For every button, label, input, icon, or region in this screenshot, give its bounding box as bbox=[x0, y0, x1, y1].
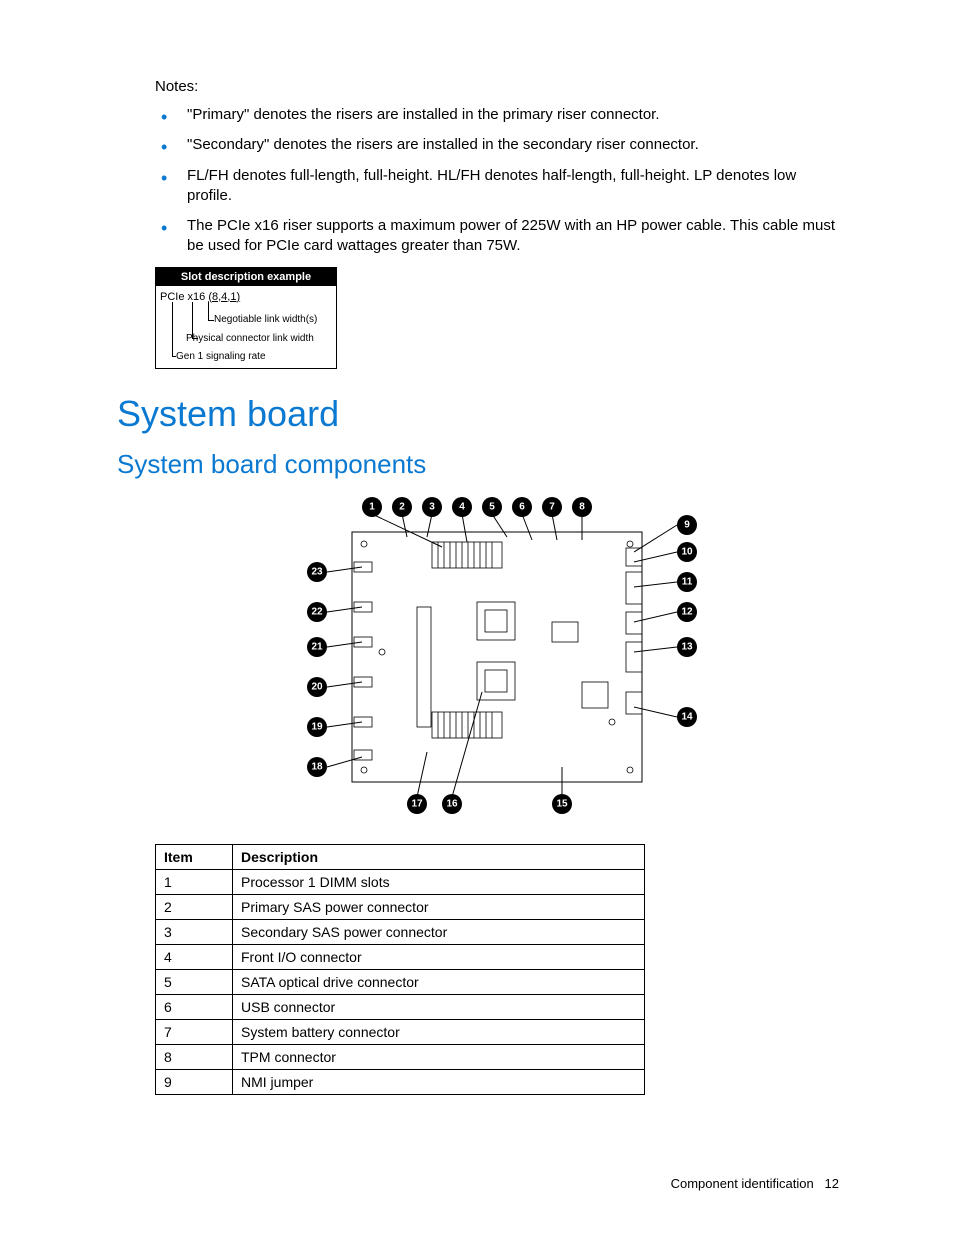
svg-text:8: 8 bbox=[579, 501, 585, 512]
slot-example-negotiable: Negotiable link width(s) bbox=[214, 314, 317, 325]
table-row: 9NMI jumper bbox=[156, 1069, 645, 1094]
notes-heading: Notes: bbox=[155, 78, 839, 95]
slot-description-example: Slot description example PCIe x16 (8,4,1… bbox=[155, 267, 337, 369]
callout-12: 12 bbox=[634, 602, 697, 622]
table-row: 1Processor 1 DIMM slots bbox=[156, 869, 645, 894]
svg-text:14: 14 bbox=[681, 711, 693, 722]
svg-text:2: 2 bbox=[399, 501, 405, 512]
page-footer: Component identification 12 bbox=[671, 1176, 839, 1191]
notes-item: The PCIe x16 riser supports a maximum po… bbox=[155, 216, 839, 257]
notes-item: FL/FH denotes full-length, full-height. … bbox=[155, 166, 839, 207]
table-row: 7System battery connector bbox=[156, 1019, 645, 1044]
callout-13: 13 bbox=[634, 637, 697, 657]
svg-text:11: 11 bbox=[682, 576, 693, 587]
svg-text:10: 10 bbox=[681, 546, 693, 557]
slot-example-gen1: Gen 1 signaling rate bbox=[176, 351, 266, 362]
svg-text:7: 7 bbox=[549, 501, 555, 512]
heading-system-board: System board bbox=[117, 393, 839, 435]
svg-text:18: 18 bbox=[311, 761, 323, 772]
svg-text:15: 15 bbox=[556, 798, 568, 809]
footer-section: Component identification bbox=[671, 1176, 814, 1191]
svg-text:4: 4 bbox=[459, 501, 465, 512]
footer-page-number: 12 bbox=[825, 1176, 839, 1191]
svg-text:5: 5 bbox=[489, 501, 495, 512]
slot-example-line1: PCIe x16 (8,4,1) bbox=[160, 291, 240, 303]
notes-item: "Secondary" denotes the risers are insta… bbox=[155, 135, 839, 155]
callout-5: 5 bbox=[482, 497, 507, 537]
svg-text:22: 22 bbox=[311, 606, 323, 617]
notes-item: "Primary" denotes the risers are install… bbox=[155, 105, 839, 125]
svg-text:12: 12 bbox=[681, 606, 693, 617]
components-table: Item Description 1Processor 1 DIMM slots… bbox=[155, 844, 645, 1095]
table-row: 4Front I/O connector bbox=[156, 944, 645, 969]
table-row: 8TPM connector bbox=[156, 1044, 645, 1069]
callout-14: 14 bbox=[634, 707, 697, 727]
table-header-desc: Description bbox=[233, 844, 645, 869]
slot-box-header: Slot description example bbox=[156, 268, 336, 286]
svg-text:6: 6 bbox=[519, 501, 525, 512]
svg-text:19: 19 bbox=[311, 721, 323, 732]
callout-3: 3 bbox=[422, 497, 442, 537]
table-row: 6USB connector bbox=[156, 994, 645, 1019]
table-row: 5SATA optical drive connector bbox=[156, 969, 645, 994]
callout-11: 11 bbox=[634, 572, 697, 592]
svg-text:13: 13 bbox=[681, 641, 693, 652]
table-row: 3Secondary SAS power connector bbox=[156, 919, 645, 944]
table-row: 2Primary SAS power connector bbox=[156, 894, 645, 919]
svg-text:1: 1 bbox=[369, 501, 375, 512]
heading-system-board-components: System board components bbox=[117, 449, 839, 480]
system-board-diagram: 1 2 3 4 5 6 7 8 9 10 11 12 13 14 23 22 2… bbox=[282, 492, 712, 822]
svg-text:20: 20 bbox=[311, 681, 323, 692]
svg-text:23: 23 bbox=[311, 566, 323, 577]
svg-text:16: 16 bbox=[446, 798, 458, 809]
callout-10: 10 bbox=[634, 542, 697, 562]
svg-text:17: 17 bbox=[411, 798, 423, 809]
svg-text:21: 21 bbox=[311, 641, 323, 652]
svg-text:9: 9 bbox=[684, 519, 690, 530]
notes-list: "Primary" denotes the risers are install… bbox=[155, 105, 839, 257]
table-header-item: Item bbox=[156, 844, 233, 869]
svg-text:3: 3 bbox=[429, 501, 435, 512]
slot-example-physical: Physical connector link width bbox=[186, 333, 314, 344]
